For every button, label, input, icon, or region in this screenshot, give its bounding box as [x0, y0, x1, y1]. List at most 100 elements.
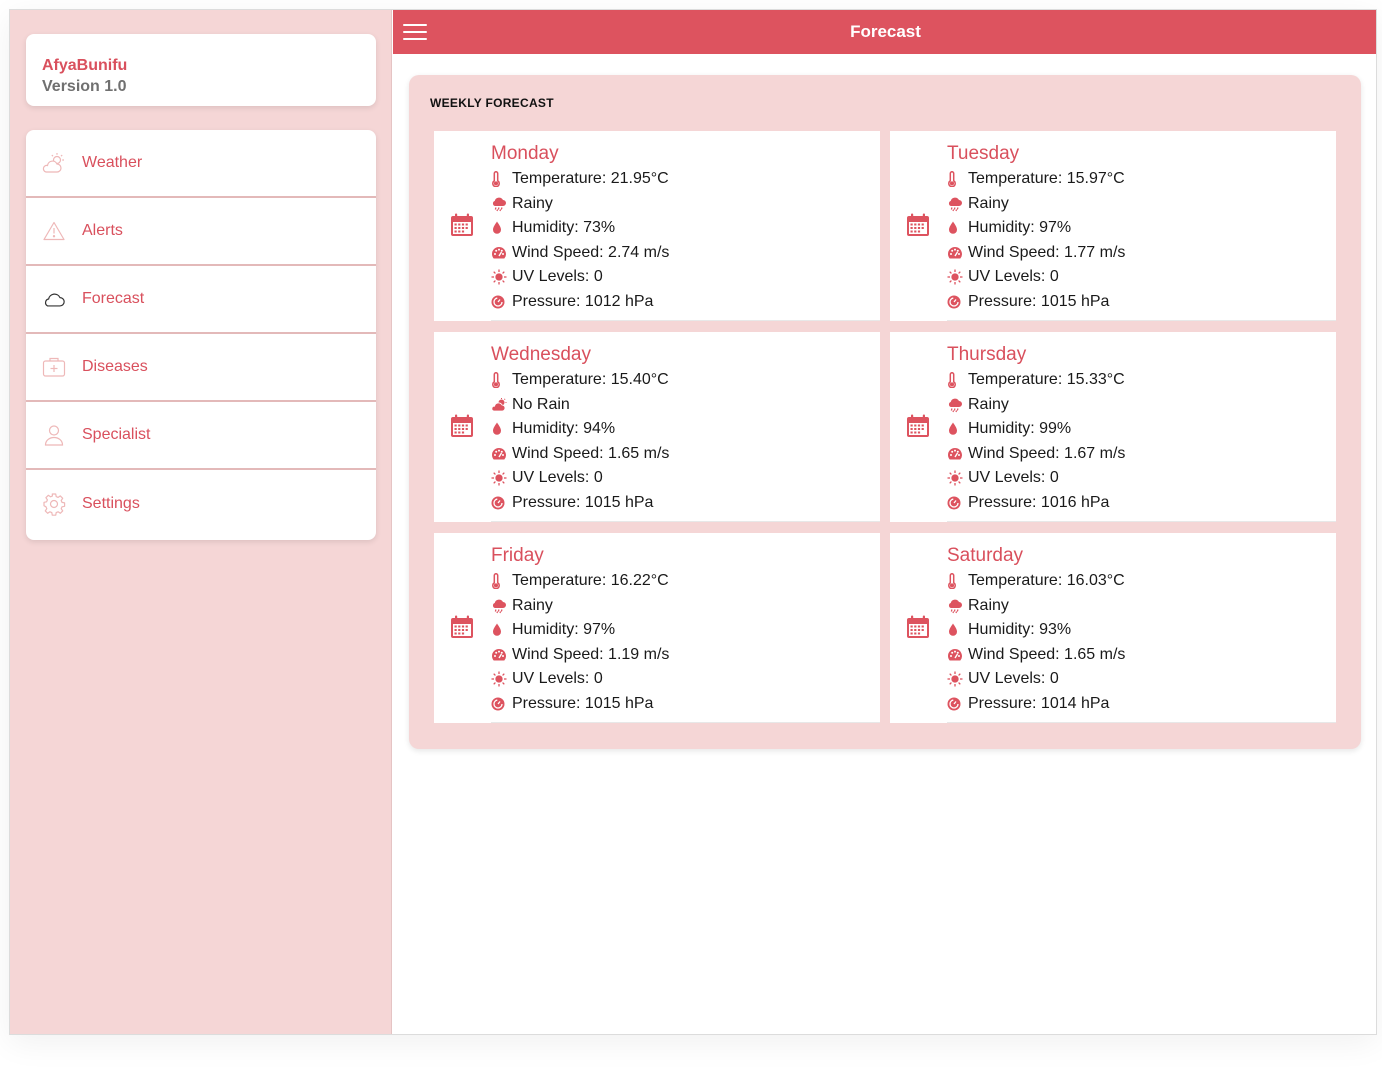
- app-info-card: AfyaBunifu Version 1.0: [26, 34, 376, 106]
- cloud-icon: [42, 287, 66, 311]
- sidebar-item-specialist[interactable]: Specialist: [26, 402, 376, 470]
- day-name: Wednesday: [491, 344, 591, 365]
- gauge-icon: [491, 246, 512, 260]
- pressure-row: Pressure: 1012 hPa: [491, 290, 880, 315]
- gauge-icon: [491, 447, 512, 461]
- condition-row: No Rain: [491, 393, 880, 418]
- pressure-gauge-icon: [947, 295, 968, 309]
- sidebar-item-weather[interactable]: Weather: [26, 130, 376, 198]
- forecast-day-card-friday[interactable]: Friday Temperature: 16.22°C Rainy Humidi…: [434, 533, 880, 723]
- sun-icon: [491, 269, 512, 285]
- pressure-gauge-icon: [491, 697, 512, 711]
- uv-row: UV Levels: 0: [947, 265, 1336, 290]
- wind-row: Wind Speed: 1.67 m/s: [947, 442, 1336, 467]
- uv-row: UV Levels: 0: [947, 667, 1336, 692]
- condition-row: Rainy: [947, 393, 1336, 418]
- humidity-row: Humidity: 97%: [491, 618, 880, 643]
- day-name: Monday: [491, 143, 559, 164]
- pressure-row: Pressure: 1015 hPa: [947, 290, 1336, 315]
- forecast-day-card-monday[interactable]: Monday Temperature: 21.95°C Rainy Humidi…: [434, 131, 880, 321]
- droplet-icon: [947, 422, 968, 436]
- partly-cloudy-icon: [491, 397, 512, 412]
- gear-icon: [42, 492, 66, 516]
- app-name: AfyaBunifu: [42, 57, 128, 74]
- day-name: Saturday: [947, 545, 1024, 566]
- sidebar-item-label: Alerts: [82, 222, 123, 239]
- sidebar-item-label: Forecast: [82, 290, 145, 307]
- sidebar-item-forecast[interactable]: Forecast: [26, 266, 376, 334]
- forecast-day-card-saturday[interactable]: Saturday Temperature: 16.03°C Rainy Humi…: [890, 533, 1336, 723]
- sun-icon: [947, 269, 968, 285]
- calendar-icon: [906, 213, 930, 237]
- gauge-icon: [947, 246, 968, 260]
- wind-row: Wind Speed: 1.65 m/s: [491, 442, 880, 467]
- sun-icon: [947, 470, 968, 486]
- forecast-day-card-thursday[interactable]: Thursday Temperature: 15.33°C Rainy Humi…: [890, 332, 1336, 522]
- thermometer-icon: [947, 171, 968, 188]
- humidity-row: Humidity: 97%: [947, 216, 1336, 241]
- hamburger-menu-icon[interactable]: [403, 20, 431, 44]
- day-name: Tuesday: [947, 143, 1020, 164]
- wind-row: Wind Speed: 1.19 m/s: [491, 643, 880, 668]
- gauge-icon: [947, 648, 968, 662]
- calendar-icon: [906, 414, 930, 438]
- sun-icon: [491, 470, 512, 486]
- pressure-gauge-icon: [491, 496, 512, 510]
- calendar-icon: [450, 213, 474, 237]
- person-icon: [42, 423, 66, 447]
- pressure-row: Pressure: 1015 hPa: [491, 491, 880, 516]
- pressure-gauge-icon: [491, 295, 512, 309]
- day-name: Thursday: [947, 344, 1027, 365]
- weekly-forecast-panel: WEEKLY FORECAST Monday Temperature: 21.9…: [409, 75, 1361, 749]
- droplet-icon: [491, 422, 512, 436]
- rain-cloud-icon: [947, 397, 968, 413]
- sidebar-item-alerts[interactable]: Alerts: [26, 198, 376, 266]
- rain-cloud-icon: [491, 598, 512, 614]
- sidebar-item-label: Specialist: [82, 426, 151, 443]
- thermometer-icon: [491, 372, 512, 389]
- forecast-day-card-wednesday[interactable]: Wednesday Temperature: 15.40°C No Rain H…: [434, 332, 880, 522]
- pressure-row: Pressure: 1016 hPa: [947, 491, 1336, 516]
- pressure-gauge-icon: [947, 697, 968, 711]
- sidebar-item-label: Diseases: [82, 358, 148, 375]
- droplet-icon: [491, 221, 512, 235]
- day-name: Friday: [491, 545, 544, 566]
- pressure-row: Pressure: 1015 hPa: [491, 692, 880, 717]
- thermometer-icon: [947, 372, 968, 389]
- main-content: Forecast WEEKLY FORECAST Monday Temperat…: [393, 10, 1376, 1034]
- humidity-row: Humidity: 94%: [491, 417, 880, 442]
- pressure-gauge-icon: [947, 496, 968, 510]
- pressure-row: Pressure: 1014 hPa: [947, 692, 1336, 717]
- rain-cloud-icon: [947, 598, 968, 614]
- humidity-row: Humidity: 73%: [491, 216, 880, 241]
- forecast-day-card-tuesday[interactable]: Tuesday Temperature: 15.97°C Rainy Humid…: [890, 131, 1336, 321]
- droplet-icon: [947, 221, 968, 235]
- uv-row: UV Levels: 0: [491, 466, 880, 491]
- thermometer-icon: [947, 573, 968, 590]
- sidebar-item-diseases[interactable]: Diseases: [26, 334, 376, 402]
- panel-title: WEEKLY FORECAST: [430, 96, 554, 110]
- droplet-icon: [947, 623, 968, 637]
- condition-row: Rainy: [947, 594, 1336, 619]
- sun-icon: [947, 671, 968, 687]
- wind-row: Wind Speed: 2.74 m/s: [491, 241, 880, 266]
- app-version: Version 1.0: [42, 78, 127, 95]
- condition-row: Rainy: [491, 594, 880, 619]
- condition-row: Rainy: [947, 192, 1336, 217]
- humidity-row: Humidity: 99%: [947, 417, 1336, 442]
- sidebar-item-settings[interactable]: Settings: [26, 470, 376, 538]
- droplet-icon: [491, 623, 512, 637]
- gauge-icon: [947, 447, 968, 461]
- calendar-icon: [906, 615, 930, 639]
- app-window: AfyaBunifu Version 1.0 Weather Alerts Fo…: [9, 9, 1377, 1035]
- temperature-row: Temperature: 15.40°C: [491, 368, 880, 393]
- page-title: Forecast: [850, 22, 921, 41]
- calendar-icon: [450, 414, 474, 438]
- sun-icon: [491, 671, 512, 687]
- temperature-row: Temperature: 21.95°C: [491, 167, 880, 192]
- wind-row: Wind Speed: 1.77 m/s: [947, 241, 1336, 266]
- temperature-row: Temperature: 16.03°C: [947, 569, 1336, 594]
- sidebar: AfyaBunifu Version 1.0 Weather Alerts Fo…: [10, 10, 392, 1034]
- sidebar-item-label: Settings: [82, 495, 140, 512]
- rain-cloud-icon: [947, 196, 968, 212]
